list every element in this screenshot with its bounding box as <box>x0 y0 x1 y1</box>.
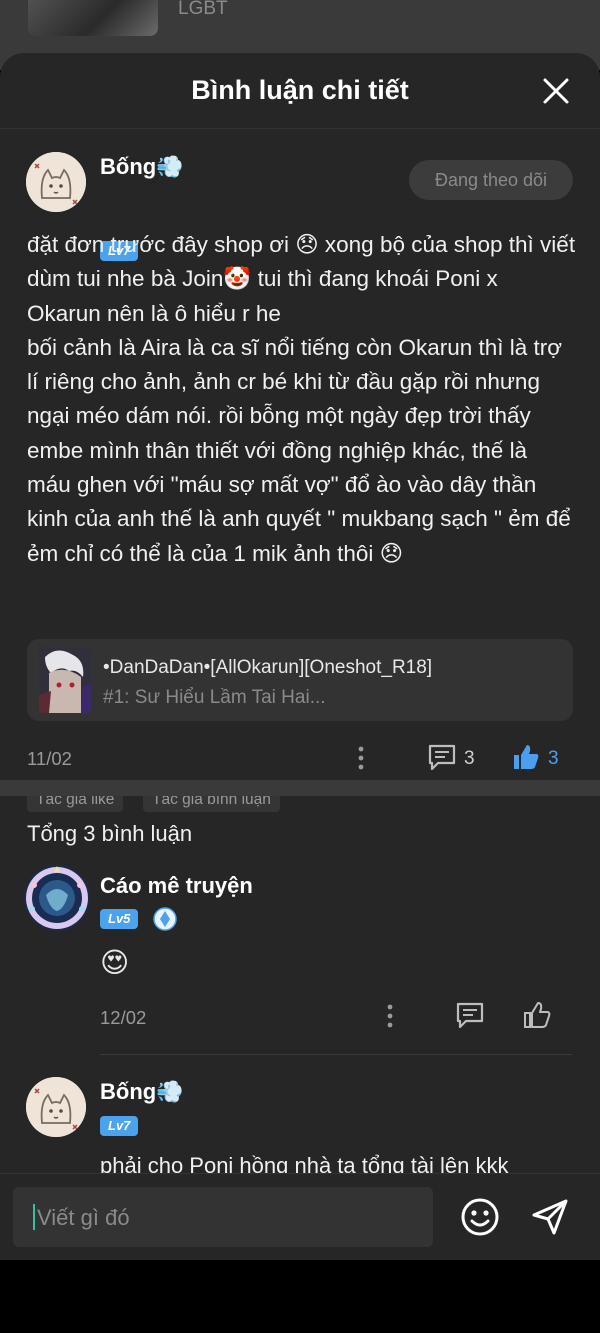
comment-detail-sheet: Bình luận chi tiết Bống💨 Lv7 Đang theo d… <box>0 53 600 1260</box>
send-icon[interactable] <box>530 1197 570 1237</box>
comment-date: 11/02 <box>27 748 72 769</box>
emoji-icon[interactable] <box>460 1197 500 1237</box>
comment-body: đặt đơn trước đây shop ơi 😞 xong bộ của … <box>27 232 576 566</box>
avatar[interactable] <box>26 152 86 212</box>
avatar[interactable] <box>26 1077 86 1137</box>
background-label: LGBT <box>178 0 228 19</box>
avatar-frame-icon <box>26 866 88 929</box>
reply-divider <box>100 1054 572 1055</box>
background-thumbnail <box>28 0 158 36</box>
reply-username[interactable]: Bống💨 <box>100 1079 184 1105</box>
comment-input-bar: Viết gì đó <box>0 1173 600 1260</box>
comment-input[interactable]: Viết gì đó <box>13 1187 433 1247</box>
avatar[interactable] <box>24 865 90 931</box>
story-chapter: #1: Sư Hiểu Lầm Tai Hai... <box>103 687 326 708</box>
reply-date: 12/02 <box>100 1007 147 1028</box>
avatar-cat-icon <box>26 1077 86 1137</box>
main-comment: Bống💨 Lv7 Đang theo dõi đặt đơn trước đâ… <box>0 129 600 812</box>
story-title: •DanDaDan•[AllOkarun][Oneshot_R18] <box>103 657 433 678</box>
like-icon[interactable] <box>512 743 540 771</box>
comment-icon[interactable] <box>427 743 457 771</box>
story-cover <box>39 647 91 713</box>
reply-body: 😍 <box>100 947 130 978</box>
comment-count: 3 <box>464 748 475 769</box>
input-placeholder: Viết gì đó <box>37 1205 130 1230</box>
like-count: 3 <box>548 748 559 769</box>
more-options-icon[interactable] <box>385 1003 395 1029</box>
reply-comment-icon[interactable] <box>455 1001 485 1029</box>
verified-badge-icon <box>153 907 177 931</box>
reply-username[interactable]: Cáo mê truyện <box>100 873 253 899</box>
reply-like-icon[interactable] <box>523 1001 551 1029</box>
section-divider <box>0 780 600 796</box>
reply-level-badge: Lv5 <box>100 909 139 929</box>
replies-total: Tổng 3 bình luận <box>27 821 193 846</box>
sheet-header: Bình luận chi tiết <box>0 53 600 129</box>
page-title: Bình luận chi tiết <box>191 75 409 105</box>
username[interactable]: Bống💨 <box>100 154 184 180</box>
story-card[interactable]: •DanDaDan•[AllOkarun][Oneshot_R18] #1: S… <box>27 639 573 721</box>
navigation-area <box>0 1260 600 1333</box>
more-options-icon[interactable] <box>356 745 366 771</box>
follow-button[interactable]: Đang theo dõi <box>409 160 573 200</box>
close-icon[interactable] <box>540 75 572 107</box>
reply-level-badge: Lv7 <box>100 1116 139 1136</box>
avatar-cat-icon <box>26 152 86 212</box>
text-caret <box>33 1204 35 1230</box>
